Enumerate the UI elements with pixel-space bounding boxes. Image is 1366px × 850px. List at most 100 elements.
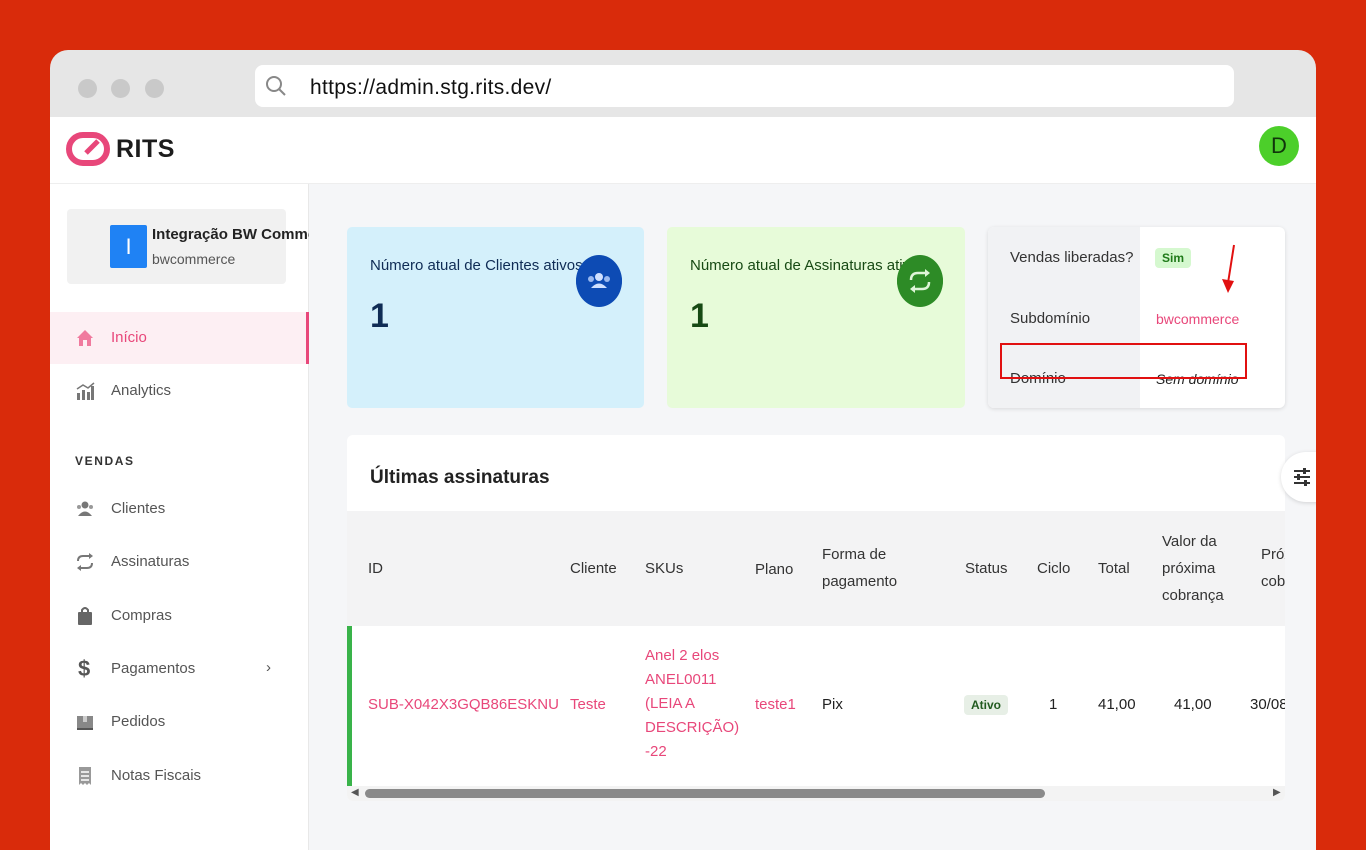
- cell-skus[interactable]: Anel 2 elos ANEL0011 (LEIA A DESCRIÇÃO) …: [645, 644, 739, 764]
- sidebar-item-compras[interactable]: Compras: [50, 590, 308, 642]
- store-subdomain: bwcommerce: [152, 251, 236, 267]
- window-maximize-dot[interactable]: [145, 79, 164, 98]
- top-bar: RITS D: [50, 117, 1316, 184]
- table-row[interactable]: SUB-X042X3GQB86ESKNU Teste Anel 2 elos A…: [347, 626, 1285, 786]
- analytics-icon: [76, 382, 95, 400]
- scroll-left-icon[interactable]: ◀: [351, 787, 359, 798]
- cell-cliente[interactable]: Teste: [570, 693, 606, 717]
- app: RITS D I Integração BW Commerce bwcommer…: [50, 117, 1316, 850]
- store-avatar: I: [110, 225, 147, 268]
- sidebar-item-pedidos[interactable]: Pedidos: [50, 696, 308, 748]
- cell-forma: Pix: [822, 696, 843, 713]
- sidebar-item-label: Compras: [111, 607, 172, 624]
- users-icon: [576, 255, 622, 307]
- subdominio-value[interactable]: bwcommerce: [1156, 311, 1239, 327]
- window-minimize-dot[interactable]: [111, 79, 130, 98]
- repeat-icon: [77, 553, 93, 571]
- cell-plano[interactable]: teste1: [755, 693, 796, 717]
- col-plano[interactable]: Plano: [755, 556, 793, 583]
- rits-logo-icon: [66, 132, 110, 166]
- window-close-dot[interactable]: [78, 79, 97, 98]
- col-total[interactable]: Total: [1098, 555, 1130, 582]
- store-info-card: Vendas liberadas? Sim Subdomínio bwcomme…: [988, 227, 1285, 408]
- sidebar-item-label: Notas Fiscais: [111, 767, 202, 784]
- header-line: pagamento: [822, 573, 898, 590]
- status-badge: Sim: [1155, 248, 1192, 268]
- filter-button[interactable]: [1281, 452, 1316, 502]
- sidebar-item-notas-fiscais[interactable]: Notas Fiscais: [50, 750, 308, 802]
- header-line: Forma de: [822, 546, 887, 563]
- chevron-right-icon: ›: [266, 659, 271, 676]
- repeat-icon: [897, 255, 943, 307]
- arrow-down-annotation-icon: [1222, 244, 1235, 293]
- users-icon: [77, 501, 93, 516]
- scrollbar-thumb[interactable]: [365, 789, 1045, 798]
- cell-valor: 41,00: [1174, 696, 1212, 713]
- header-line: Próx: [1261, 546, 1285, 563]
- status-badge: Ativo: [964, 695, 1008, 715]
- card-title: Número atual de Assinaturas ativas: [690, 257, 926, 274]
- receipt-icon: [79, 767, 91, 785]
- user-avatar[interactable]: D: [1259, 126, 1299, 166]
- col-status[interactable]: Status: [965, 555, 1008, 582]
- sliders-icon: [1294, 468, 1310, 486]
- sku-line: ANEL0011: [645, 671, 717, 688]
- active-subscriptions-card[interactable]: Número atual de Assinaturas ativas 1: [667, 227, 965, 408]
- col-proxima-cobranca[interactable]: Próx cobr: [1261, 541, 1285, 595]
- header-line: Valor da: [1162, 533, 1217, 550]
- table-title: Últimas assinaturas: [370, 467, 550, 488]
- url-text: https://admin.stg.rits.dev/: [310, 76, 552, 99]
- latest-subscriptions-card: Últimas assinaturas ID Cliente SKUs Plan…: [347, 435, 1285, 801]
- cell-id[interactable]: SUB-X042X3GQB86ESKNU: [368, 693, 559, 717]
- sidebar-item-analytics[interactable]: Analytics: [50, 365, 308, 417]
- sidebar-item-inicio[interactable]: Início: [50, 312, 309, 364]
- sku-line: (LEIA A: [645, 695, 696, 712]
- search-icon: [266, 76, 286, 96]
- card-value: 1: [690, 297, 709, 335]
- logo[interactable]: RITS: [66, 129, 175, 169]
- sidebar-item-label: Pagamentos: [111, 660, 196, 677]
- col-valor-proxima[interactable]: Valor da próxima cobrança: [1162, 528, 1224, 609]
- section-vendas: VENDAS: [75, 454, 135, 468]
- cell-total: 41,00: [1098, 696, 1136, 713]
- sidebar-item-label: Analytics: [111, 382, 172, 399]
- sidebar-item-label: Pedidos: [111, 713, 166, 730]
- subdominio-label: Subdomínio: [1010, 310, 1091, 327]
- card-title: Número atual de Clientes ativos: [370, 257, 583, 274]
- sku-line: DESCRIÇÃO): [645, 719, 740, 736]
- col-skus[interactable]: SKUs: [645, 555, 683, 582]
- table-header: ID Cliente SKUs Plano Forma de pagamento…: [347, 511, 1285, 626]
- col-id[interactable]: ID: [368, 555, 383, 582]
- col-forma-pagamento[interactable]: Forma de pagamento: [822, 541, 897, 595]
- cell-ciclo: 1: [1049, 696, 1058, 713]
- address-bar[interactable]: https://admin.stg.rits.dev/: [255, 65, 1234, 107]
- horizontal-scrollbar[interactable]: ◀ ▶: [347, 786, 1285, 801]
- browser-window: https://admin.stg.rits.dev/ RITS D I Int…: [50, 50, 1316, 850]
- sidebar-item-pagamentos[interactable]: $ Pagamentos ›: [50, 643, 308, 695]
- main-content: Número atual de Clientes ativos 1 Número…: [309, 184, 1316, 850]
- header-line: cobr: [1261, 573, 1285, 590]
- sidebar-item-assinaturas[interactable]: Assinaturas: [50, 536, 308, 588]
- sku-line: -22: [645, 743, 667, 760]
- dollar-icon: $: [78, 656, 91, 681]
- scroll-right-icon[interactable]: ▶: [1273, 787, 1281, 798]
- box-icon: [77, 716, 93, 730]
- sidebar: I Integração BW Commerce bwcommerce Iníc…: [50, 184, 339, 850]
- sku-line: Anel 2 elos: [645, 647, 720, 664]
- card-value: 1: [370, 297, 389, 335]
- home-icon: [77, 330, 93, 346]
- store-card[interactable]: I Integração BW Commerce bwcommerce: [67, 209, 339, 284]
- sidebar-item-label: Assinaturas: [111, 553, 190, 570]
- sidebar-item-label: Início: [111, 329, 147, 346]
- active-clients-card[interactable]: Número atual de Clientes ativos 1: [347, 227, 644, 408]
- sidebar-item-label: Clientes: [111, 500, 166, 517]
- col-cliente[interactable]: Cliente: [570, 555, 617, 582]
- header-line: cobrança: [1162, 587, 1224, 604]
- cell-proxima: 30/08: [1250, 696, 1285, 713]
- sidebar-item-clientes[interactable]: Clientes: [50, 483, 308, 535]
- bag-icon: [78, 607, 92, 625]
- col-ciclo[interactable]: Ciclo: [1037, 555, 1070, 582]
- vendas-liberadas-label: Vendas liberadas?: [1010, 249, 1134, 266]
- subdomain-highlight-box: [1000, 343, 1247, 379]
- logo-text: RITS: [116, 134, 175, 163]
